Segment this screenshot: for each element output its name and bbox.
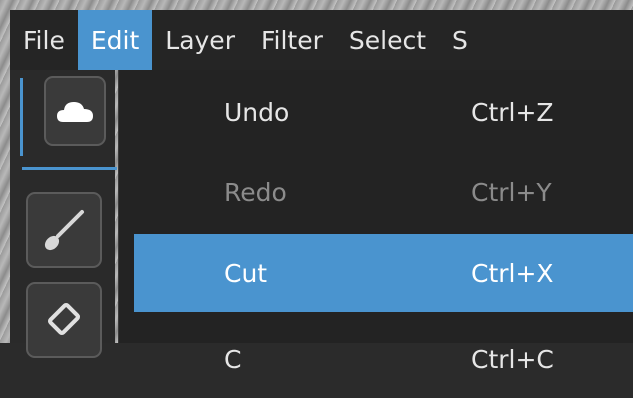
menu-item-label: C — [224, 344, 242, 374]
eraser-icon — [42, 298, 86, 342]
menu-item-shortcut: Ctrl+X — [471, 258, 554, 288]
menu-item-cut[interactable]: Cut Ctrl+X — [134, 234, 633, 312]
menu-item-label: Cut — [224, 258, 268, 288]
menu-item-shortcut: Ctrl+Y — [471, 177, 552, 207]
tool-panel — [10, 70, 117, 358]
menu-layer[interactable]: Layer — [152, 10, 248, 70]
menu-item-copy[interactable]: C Ctrl+C — [134, 320, 633, 398]
tool-group-indicator — [20, 78, 23, 156]
menu-item-label: Redo — [224, 177, 287, 207]
menu-item-shortcut: Ctrl+Z — [471, 97, 554, 127]
tool-separator — [22, 167, 117, 170]
brush-tool-button[interactable] — [26, 192, 102, 268]
cloud-icon — [55, 96, 95, 126]
menu-next-partial[interactable]: S — [439, 10, 481, 70]
menu-file[interactable]: File — [10, 10, 78, 70]
menu-bar: File Edit Layer Filter Select S — [10, 10, 633, 70]
menu-item-label: Undo — [224, 97, 290, 127]
edit-menu-dropdown: Undo Ctrl+Z Redo Ctrl+Y Cut Ctrl+X C Ctr… — [118, 70, 633, 374]
menu-item-undo[interactable]: Undo Ctrl+Z — [134, 73, 633, 151]
menu-item-shortcut: Ctrl+C — [471, 344, 554, 374]
brush-icon — [42, 208, 86, 252]
menu-item-redo[interactable]: Redo Ctrl+Y — [134, 153, 633, 231]
menu-filter[interactable]: Filter — [248, 10, 336, 70]
eraser-tool-button[interactable] — [26, 282, 102, 358]
cloud-tool-button[interactable] — [44, 76, 106, 146]
menu-edit[interactable]: Edit — [77, 10, 153, 70]
menu-select[interactable]: Select — [336, 10, 439, 70]
